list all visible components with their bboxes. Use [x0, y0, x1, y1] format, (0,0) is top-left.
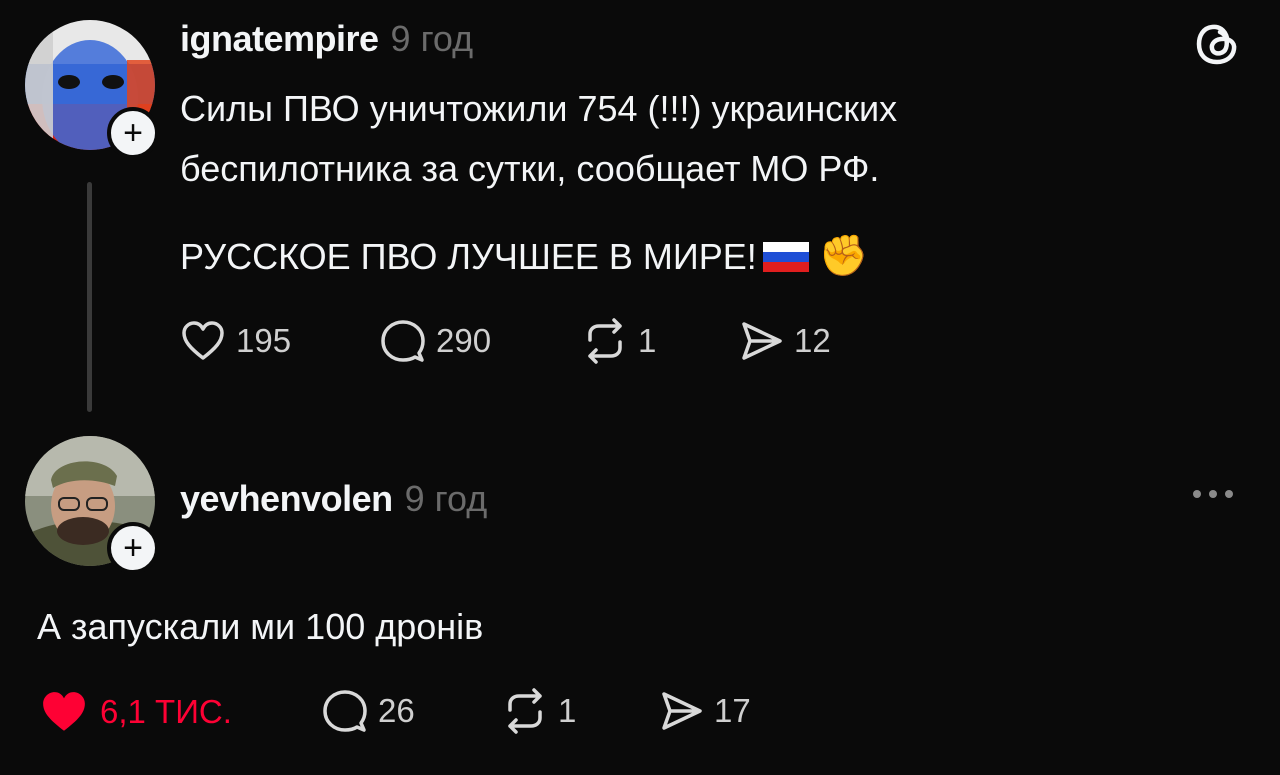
reply-like-count: 6,1 тис.: [100, 693, 232, 730]
heart-icon: [182, 321, 224, 360]
post-repost-button[interactable]: 1: [582, 318, 656, 364]
post-share-button[interactable]: 12: [738, 318, 831, 364]
post-username[interactable]: ignatempire: [180, 18, 379, 60]
follow-plus-button[interactable]: +: [107, 107, 159, 159]
fist-emoji-icon: ✊: [818, 234, 869, 278]
comment-icon: [323, 690, 367, 732]
more-options-icon[interactable]: [1193, 490, 1233, 498]
reply-reply-count: 26: [378, 692, 415, 729]
post-repost-count: 1: [638, 322, 657, 359]
thread-connector-line: [87, 182, 92, 412]
post-text-line3: РУССКОЕ ПВО ЛУЧШЕЕ В МИРЕ!: [180, 236, 757, 277]
post-reply-count: 290: [436, 322, 492, 359]
post-time: 9 год: [390, 18, 474, 59]
reply-header: yevhenvolen 9 год: [180, 475, 487, 523]
reply-repost-count: 1: [558, 692, 577, 729]
post-like-count: 195: [236, 322, 292, 359]
repost-icon: [588, 318, 622, 364]
reply-text: А запускали ми 100 дронів: [37, 606, 484, 647]
heart-filled-icon: [43, 692, 85, 731]
threads-logo-icon[interactable]: [1193, 18, 1243, 73]
reply-share-count: 17: [714, 692, 751, 729]
repost-icon: [508, 688, 542, 734]
post-reply-button[interactable]: 290: [380, 318, 491, 364]
post-like-button[interactable]: 195: [180, 318, 291, 364]
reply-like-button[interactable]: 6,1 тис.: [38, 688, 232, 736]
share-icon: [742, 322, 782, 360]
share-icon: [662, 692, 702, 730]
reply-repost-button[interactable]: 1: [502, 688, 576, 734]
post-text-line1: Силы ПВО уничтожили 754 (!!!) украинских: [180, 88, 898, 129]
post-text-line2: беспилотника за сутки, сообщает МО РФ.: [180, 148, 880, 189]
reply-reply-button[interactable]: 26: [322, 688, 415, 734]
russia-flag-icon: [762, 241, 809, 272]
post-text-line3-row: РУССКОЕ ПВО ЛУЧШЕЕ В МИРЕ! ✊: [180, 228, 869, 285]
post-share-count: 12: [794, 322, 831, 359]
reply-username[interactable]: yevhenvolen: [180, 478, 393, 520]
reply-time: 9 год: [404, 478, 488, 519]
reply-share-button[interactable]: 17: [658, 688, 751, 734]
comment-icon: [381, 320, 425, 362]
follow-plus-button[interactable]: +: [107, 522, 159, 574]
post-header: ignatempire 9 год: [180, 15, 473, 63]
